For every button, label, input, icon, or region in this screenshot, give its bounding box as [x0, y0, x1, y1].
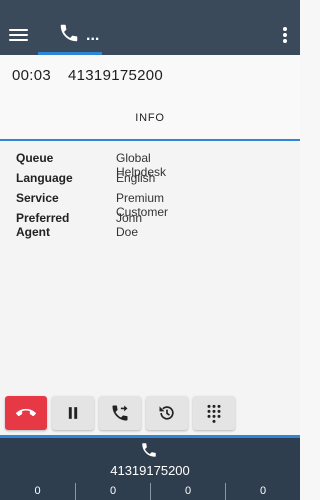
transfer-button[interactable] [99, 396, 141, 430]
info-key: Service [16, 191, 59, 205]
caller-number: 41319175200 [68, 67, 164, 84]
phone-icon [60, 24, 78, 42]
info-value: English [116, 171, 156, 185]
tab-info[interactable]: INFO [0, 103, 300, 140]
counter: 0 [75, 483, 150, 500]
phone-icon [142, 443, 156, 457]
call-header: 00:03 41319175200 INFO [0, 55, 300, 140]
info-value: John Doe [116, 211, 143, 239]
queue-counters: 0 0 0 0 [0, 483, 300, 500]
call-info-panel: Queue Global Helpdesk Language English S… [0, 141, 300, 437]
call-actions [0, 396, 300, 432]
info-key: Preferred Agent [16, 211, 70, 239]
hangup-button[interactable] [5, 396, 47, 430]
dialpad-icon [207, 404, 221, 423]
counter: 0 [34, 485, 41, 497]
call-status-footer: 41319175200 0 0 0 0 [0, 438, 300, 500]
active-call-tab[interactable]: ... [38, 18, 102, 55]
history-button[interactable] [146, 396, 188, 430]
info-key: Queue [16, 151, 54, 165]
kebab-menu-icon[interactable] [282, 27, 288, 45]
hold-button[interactable] [52, 396, 94, 430]
counter: 0 [225, 483, 300, 500]
top-app-bar: ... [0, 0, 300, 55]
call-timer: 00:03 [12, 67, 52, 84]
history-icon [159, 406, 174, 420]
hangup-icon [16, 408, 36, 417]
dialpad-button[interactable] [193, 396, 235, 430]
hamburger-menu-icon[interactable] [9, 27, 28, 43]
call-transfer-icon [112, 405, 128, 421]
call-tab-more-label: ... [86, 27, 100, 44]
counter: 0 [150, 483, 225, 500]
footer-caller-number: 41319175200 [110, 463, 190, 478]
info-key: Language [16, 171, 73, 185]
pause-icon [68, 407, 78, 419]
